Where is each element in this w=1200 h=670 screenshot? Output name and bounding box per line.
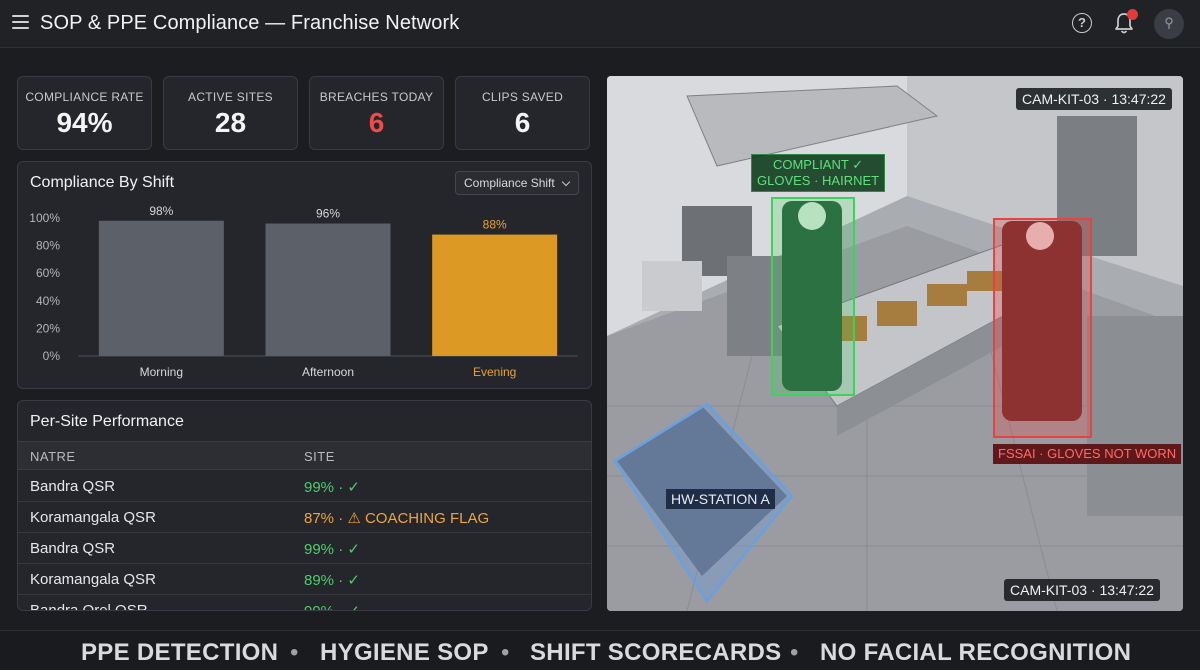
zone-label: HW-STATION A [666, 489, 775, 509]
panel-title: Compliance By Shift [30, 174, 175, 191]
data-label: 96% [316, 207, 340, 221]
compliant-detection-box [771, 197, 855, 396]
kpi-label: CLIPS SAVED [481, 90, 564, 104]
kpi-value: 28 [214, 107, 247, 138]
kitchen-scene [607, 76, 1183, 611]
notification-badge [1127, 9, 1138, 20]
data-label: 98% [149, 204, 173, 218]
bar-afternoon [265, 223, 391, 356]
y-tick-label: 0% [43, 349, 61, 363]
help-icon[interactable]: ? [1072, 13, 1092, 33]
x-tick-label: Morning [140, 365, 183, 379]
y-tick-label: 20% [36, 321, 60, 335]
x-tick-label: Afternoon [302, 365, 354, 379]
table-row[interactable]: Bandra QSR 99% · ✓ [18, 533, 591, 564]
footer-separator: • [501, 639, 510, 666]
y-tick-label: 60% [36, 266, 60, 280]
kpi-value: 6 [368, 107, 385, 138]
x-tick-label: Evening [473, 365, 516, 379]
data-label: 88% [483, 218, 507, 232]
camera-timestamp: CAM-KIT-03 · 13:47:22 [1004, 579, 1160, 601]
column-header-name[interactable]: NATRE [30, 449, 76, 464]
kpi-clips-saved: CLIPS SAVED 6 [455, 76, 590, 150]
bar-evening [432, 234, 558, 356]
column-header-site[interactable]: SITE [304, 449, 335, 464]
footer-item: HYGIENE SOP [320, 639, 489, 666]
kpi-label: ACTIVE SITES [188, 90, 273, 104]
kpi-value: 6 [514, 107, 531, 138]
site-score: 89% · ✓ [304, 572, 360, 589]
y-tick-label: 100% [29, 211, 60, 225]
site-score: 99% · ✓ [304, 479, 360, 496]
table-row[interactable]: Bandra Orel QSR 99% · ✓ [18, 595, 591, 611]
footer-item: PPE DETECTION [81, 639, 279, 666]
footer-item: NO FACIAL RECOGNITION [820, 639, 1132, 666]
top-bar: SOP & PPE Compliance — Franchise Network… [0, 0, 1200, 48]
user-icon [1165, 17, 1173, 29]
camera-feed[interactable]: CAM-KIT-03 · 13:47:22 CAM-KIT-03 · 13:47… [607, 76, 1183, 611]
bar-morning [98, 220, 224, 356]
site-name: Bandra QSR [30, 478, 116, 495]
menu-icon[interactable] [12, 15, 29, 29]
site-score: 99% · ✓ [304, 602, 360, 610]
kpi-compliance-rate: COMPLIANCE RATE 94% [17, 76, 152, 150]
y-tick-label: 40% [36, 294, 60, 308]
site-name: Koramangala QSR [30, 571, 156, 588]
table-row[interactable]: Bandra QSR 99% · ✓ [18, 471, 591, 502]
site-score: 99% · ✓ [304, 541, 360, 558]
site-table-panel: Per-Site Performance NATRE SITE Bandra Q… [17, 400, 592, 611]
chevron-down-icon [561, 177, 571, 187]
kpi-label: BREACHES TODAY [319, 90, 434, 104]
compliant-status: COMPLIANT ✓ [772, 157, 864, 172]
table-row[interactable]: Koramangala QSR 87% · ⚠ COACHING FLAG [18, 502, 591, 533]
kpi-label: COMPLIANCE RATE [25, 90, 144, 104]
footer-separator: • [790, 639, 799, 666]
panel-title: Per-Site Performance [30, 413, 184, 430]
avatar[interactable] [1154, 9, 1184, 39]
shift-chart-panel: 0% 20% 40% 60% 80% 100% 98% Morning 96% Afternoon… [17, 161, 592, 389]
compliant-ppe: GLOVES · HAIRNET [757, 173, 880, 188]
violation-label: FSSAI · GLOVES NOT WORN [993, 444, 1182, 464]
site-name: Bandra Orel QSR [30, 602, 148, 611]
site-name: Koramangala QSR [30, 509, 156, 526]
kpi-value: 94% [56, 107, 113, 138]
feature-footer: PPE DETECTION • HYGIENE SOP • SHIFT SCOR… [0, 630, 1200, 670]
footer-separator: • [290, 639, 299, 666]
site-score: 87% · ⚠ COACHING FLAG [304, 510, 490, 527]
select-value: Compliance Shift [464, 176, 555, 190]
shift-select[interactable]: Compliance Shift [455, 171, 579, 195]
y-tick-label: 80% [36, 239, 60, 253]
camera-timestamp: CAM-KIT-03 · 13:47:22 [1016, 88, 1172, 110]
site-name: Bandra QSR [30, 540, 116, 557]
footer-item: SHIFT SCORECARDS [530, 639, 782, 666]
compliant-label: COMPLIANT ✓ GLOVES · HAIRNET [751, 154, 886, 192]
kpi-active-sites: ACTIVE SITES 28 [163, 76, 298, 150]
table-row[interactable]: Koramangala QSR 89% · ✓ [18, 564, 591, 595]
kpi-breaches-today: BREACHES TODAY 6 [309, 76, 444, 150]
page-title: SOP & PPE Compliance — Franchise Network [40, 12, 460, 34]
table-header: NATRE SITE [18, 441, 591, 470]
shift-bar-chart: 0% 20% 40% 60% 80% 100% 98% Morning 96% Afternoon… [29, 204, 578, 379]
violation-detection-box [993, 218, 1092, 438]
